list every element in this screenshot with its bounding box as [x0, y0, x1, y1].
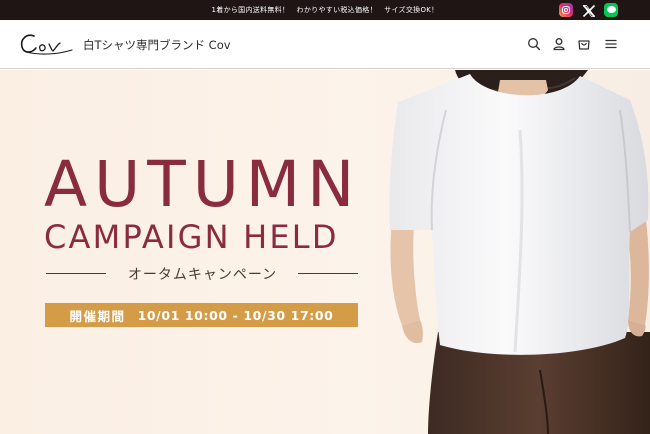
campaign-hero-banner[interactable]: AUTUMN CAMPAIGN HELD オータムキャンペーン 開催期間 10/…	[0, 70, 650, 434]
campaign-period-band: 開催期間 10/01 10:00 - 10/30 17:00	[45, 303, 358, 327]
hero-title-campaign: CAMPAIGN HELD	[44, 218, 339, 256]
instagram-icon[interactable]	[559, 3, 573, 17]
cart-icon[interactable]	[576, 36, 592, 52]
brand-name[interactable]: 白Tシャツ専門ブランド Cov	[83, 37, 231, 53]
period-dates: 10/01 10:00 - 10/30 17:00	[137, 307, 334, 323]
cov-logo[interactable]	[18, 29, 74, 59]
announcement-bar: 1着から国内送料無料！ わかりやすい税込価格！ サイズ交換OK！	[0, 0, 650, 20]
hero-subtitle: オータムキャンペーン	[127, 267, 278, 283]
menu-icon[interactable]	[603, 36, 619, 52]
logo-script-icon	[20, 34, 73, 55]
hero-title-autumn: AUTUMN	[44, 148, 362, 221]
account-icon[interactable]	[551, 36, 567, 52]
period-label: 開催期間	[69, 308, 126, 324]
line-icon[interactable]	[604, 3, 618, 17]
search-icon[interactable]	[526, 36, 542, 52]
site-header: 白Tシャツ専門ブランド Cov	[0, 20, 650, 69]
announcement-text: 1着から国内送料無料！ わかりやすい税込価格！ サイズ交換OK！	[211, 6, 439, 14]
subtitle-rule-left	[46, 273, 106, 274]
x-icon[interactable]	[582, 3, 596, 18]
subtitle-rule-right	[298, 273, 358, 274]
